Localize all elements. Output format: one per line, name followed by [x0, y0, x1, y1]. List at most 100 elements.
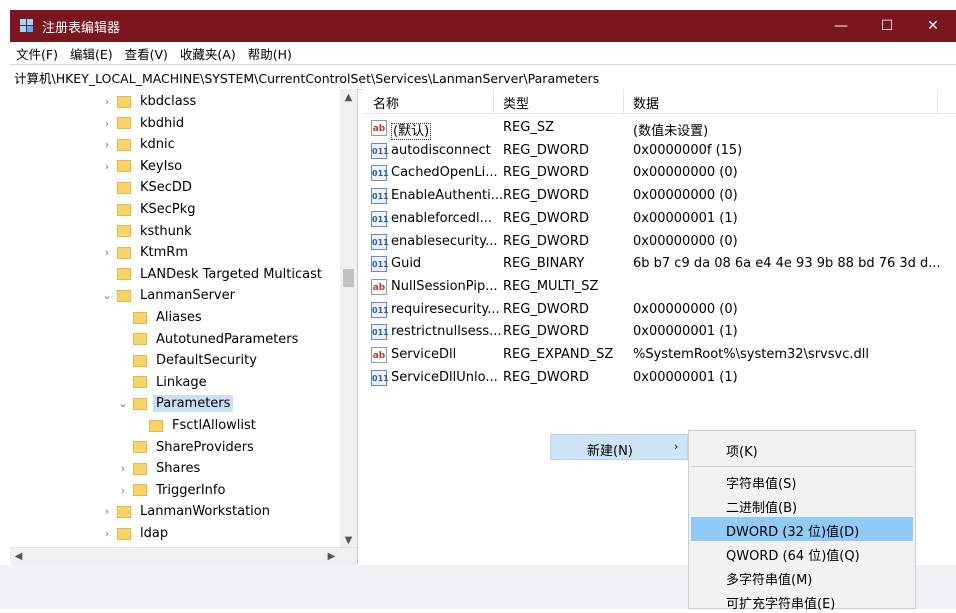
- tree-item-label: kdnic: [140, 137, 175, 153]
- chevron-right-icon[interactable]: ›: [100, 527, 114, 540]
- minimize-button[interactable]: —: [818, 10, 864, 42]
- submenu-item-label: QWORD (64 位)值(Q): [726, 549, 860, 564]
- tree-item[interactable]: ShareProviders: [116, 437, 257, 458]
- submenu-item[interactable]: 二进制值(B): [689, 493, 915, 517]
- string-value-icon: ab: [371, 120, 387, 136]
- tree-item[interactable]: › kdnic: [100, 134, 178, 155]
- scroll-left-icon[interactable]: ◀: [10, 548, 27, 565]
- value-name-text: ServiceDll: [391, 347, 457, 362]
- context-menu-new[interactable]: 新建(N) ›: [550, 434, 688, 460]
- submenu-item[interactable]: 字符串值(S): [689, 469, 915, 493]
- value-data: %SystemRoot%\system32\srvsvc.dll: [633, 347, 869, 362]
- chevron-down-icon[interactable]: ⌄: [100, 289, 114, 302]
- submenu-item[interactable]: 项(K): [689, 437, 915, 461]
- value-type: REG_DWORD: [503, 188, 589, 204]
- chevron-down-icon[interactable]: ⌄: [116, 397, 130, 410]
- address-path[interactable]: 计算机\HKEY_LOCAL_MACHINE\SYSTEM\CurrentCon…: [10, 68, 599, 87]
- binary-value-icon: 011: [371, 165, 389, 182]
- maximize-button[interactable]: ☐: [864, 10, 910, 42]
- scroll-up-icon[interactable]: ▲: [340, 89, 357, 106]
- tree-item[interactable]: › KeyIso: [100, 156, 185, 177]
- tree-item[interactable]: ksthunk: [100, 221, 195, 242]
- tree-item[interactable]: FsctlAllowlist: [132, 415, 259, 436]
- chevron-right-icon[interactable]: ›: [100, 138, 114, 151]
- tree-item[interactable]: Aliases: [116, 307, 205, 328]
- scroll-thumb[interactable]: [343, 269, 354, 287]
- submenu-item[interactable]: QWORD (64 位)值(Q): [689, 541, 915, 565]
- tree-item[interactable]: › TriggerInfo: [116, 480, 228, 501]
- new-submenu: 项(K) 字符串值(S) 二进制值(B) DWORD (32 位)值(D) QWORD …: [688, 430, 916, 612]
- value-data: 0x00000000 (0): [633, 188, 738, 204]
- value-row[interactable]: ab ServiceDll REG_EXPAND_SZ %SystemRoot%\sy…: [363, 344, 956, 367]
- tree-item[interactable]: KSecPkg: [100, 199, 199, 220]
- tree-item[interactable]: ⌄ LanmanServer: [100, 285, 238, 306]
- tree-item[interactable]: AutotunedParameters: [116, 329, 301, 350]
- tree-item-label: Parameters: [153, 395, 234, 413]
- column-name[interactable]: 名称: [373, 93, 399, 112]
- value-row[interactable]: 011 enableforcedl... REG_DWORD 0x00000001 (…: [363, 208, 956, 231]
- value-name: (默认): [391, 120, 432, 140]
- address-bar[interactable]: 计算机\HKEY_LOCAL_MACHINE\SYSTEM\CurrentCon…: [10, 64, 956, 90]
- menu-help[interactable]: 帮助(H): [242, 44, 298, 63]
- submenu-item[interactable]: 多字符串值(M): [689, 565, 915, 589]
- value-name: CachedOpenLi...: [391, 165, 498, 180]
- tree-item[interactable]: › kbdhid: [100, 113, 187, 134]
- value-name-text: ServiceDllUnlo...: [391, 369, 498, 385]
- value-row[interactable]: 011 requiresecurity... REG_DWORD 0x00000000…: [363, 299, 956, 322]
- value-row[interactable]: 011 ServiceDllUnlo... REG_DWORD 0x00000001 …: [363, 367, 956, 390]
- binary-value-icon: 011: [371, 210, 389, 227]
- submenu-item[interactable]: DWORD (32 位)值(D): [691, 517, 913, 541]
- tree-item[interactable]: › Shares: [116, 458, 203, 479]
- value-row[interactable]: ab NullSessionPip... REG_MULTI_SZ: [363, 276, 956, 299]
- value-row[interactable]: 011 CachedOpenLi... REG_DWORD 0x00000000 (0…: [363, 162, 956, 185]
- string-value-icon: ab: [371, 278, 387, 295]
- tree-item[interactable]: KSecDD: [100, 177, 195, 198]
- value-data: 0x0000000f (15): [633, 142, 743, 158]
- value-row[interactable]: 011 autodisconnect REG_DWORD 0x0000000f (15…: [363, 140, 956, 163]
- value-row[interactable]: 011 Guid REG_BINARY 6b b7 c9 da 08 6a e4 4e…: [363, 253, 956, 276]
- value-name-text: autodisconnect: [391, 142, 491, 158]
- chevron-right-icon[interactable]: ›: [100, 95, 114, 108]
- column-type[interactable]: 类型: [503, 93, 529, 112]
- value-type: REG_SZ: [503, 120, 554, 135]
- value-name: restrictnullsess...: [391, 324, 502, 339]
- scroll-right-icon[interactable]: ▶: [323, 548, 340, 565]
- folder-icon: [117, 268, 131, 281]
- chevron-right-icon[interactable]: ›: [100, 160, 114, 173]
- column-data[interactable]: 数据: [633, 93, 659, 112]
- folder-icon: [133, 462, 147, 475]
- chevron-right-icon[interactable]: ›: [116, 462, 130, 475]
- tree-item[interactable]: DefaultSecurity: [116, 350, 260, 371]
- value-row[interactable]: ab (默认) REG_SZ (数值未设置): [363, 117, 956, 140]
- submenu-separator: [691, 466, 913, 467]
- tree-item[interactable]: › KtmRm: [100, 242, 191, 263]
- close-button[interactable]: ✕: [910, 10, 956, 42]
- value-name: Guid: [391, 256, 421, 271]
- tree-item[interactable]: › ldap: [100, 523, 171, 544]
- menu-favorites[interactable]: 收藏夹(A): [174, 44, 242, 63]
- chevron-right-icon[interactable]: ›: [100, 505, 114, 518]
- submenu-arrow-icon: ›: [674, 440, 679, 453]
- value-row[interactable]: 011 restrictnullsess... REG_DWORD 0x0000000…: [363, 321, 956, 344]
- value-data: 0x00000001 (1): [633, 369, 738, 385]
- tree-item[interactable]: Linkage: [116, 372, 210, 393]
- tree-item-label: Aliases: [156, 310, 202, 325]
- value-row[interactable]: 011 enablesecurity... REG_DWORD 0x00000000 …: [363, 231, 956, 254]
- tree-vertical-scrollbar[interactable]: ▲ ▼: [340, 89, 357, 549]
- tree-horizontal-scrollbar[interactable]: ◀ ▶: [10, 547, 357, 565]
- chevron-right-icon[interactable]: ›: [100, 246, 114, 259]
- tree-item[interactable]: LANDesk Targeted Multicast: [100, 264, 325, 285]
- tree-item[interactable]: › kbdclass: [100, 91, 199, 112]
- menu-edit[interactable]: 编辑(E): [64, 44, 119, 63]
- value-name-text: enablesecurity...: [391, 233, 498, 249]
- submenu-item[interactable]: 可扩充字符串值(E): [689, 589, 915, 613]
- menu-file[interactable]: 文件(F): [10, 44, 64, 63]
- binary-value-icon: 011: [371, 233, 389, 250]
- menu-view[interactable]: 查看(V): [119, 44, 174, 63]
- submenu-item-label: 项(K): [726, 445, 758, 460]
- chevron-right-icon[interactable]: ›: [116, 484, 130, 497]
- tree-item[interactable]: ⌄ Parameters: [116, 393, 234, 414]
- tree-item[interactable]: › LanmanWorkstation: [100, 501, 273, 522]
- chevron-right-icon[interactable]: ›: [100, 117, 114, 130]
- value-row[interactable]: 011 EnableAuthenti... REG_DWORD 0x00000000 …: [363, 185, 956, 208]
